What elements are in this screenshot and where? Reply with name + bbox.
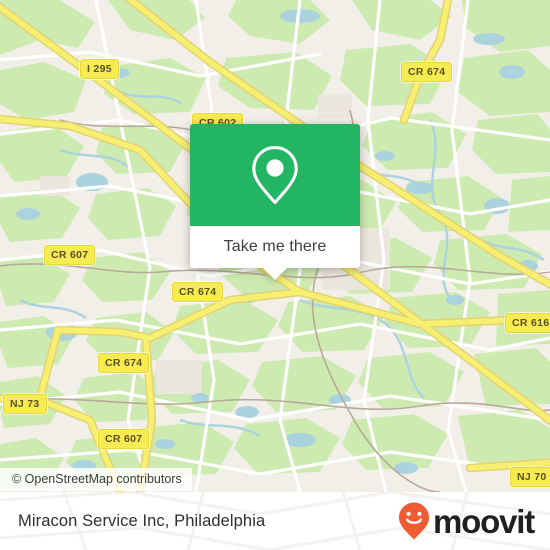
shield-cr-674-ne: CR 674 [401,62,453,82]
moovit-logo[interactable]: moovit [397,501,535,541]
popup-icon-panel [190,124,360,226]
popup-action-panel[interactable]: Take me there [190,226,360,280]
shield-i-295: I 295 [80,59,119,79]
map-pin-icon [252,145,298,205]
shield-cr-607-w: CR 607 [44,245,96,265]
shield-nj-70: NJ 70 [510,467,550,487]
popup-tail [262,267,288,280]
map-page: I 295 CR 674 CR 602 CR 607 CR 674 CR 616… [0,0,550,550]
place-title: Miracon Service Inc, Philadelphia [18,511,266,530]
osm-attribution[interactable]: © OpenStreetMap contributors [0,468,192,491]
moovit-wordmark: moovit [433,502,535,540]
shield-cr-616: CR 616 [505,313,550,333]
shield-cr-607-s: CR 607 [98,429,150,449]
shield-cr-674-c: CR 674 [172,282,224,302]
shield-nj-73: NJ 73 [3,394,47,414]
page-footer: Miracon Service Inc, Philadelphia moovit [0,492,550,550]
take-me-there-button[interactable]: Take me there [224,238,327,256]
moovit-smiley-pin-icon [399,502,430,540]
map-viewport[interactable]: I 295 CR 674 CR 602 CR 607 CR 674 CR 616… [0,0,550,492]
shield-cr-674-sw: CR 674 [98,353,150,373]
destination-popup-card[interactable]: Take me there [190,124,360,280]
